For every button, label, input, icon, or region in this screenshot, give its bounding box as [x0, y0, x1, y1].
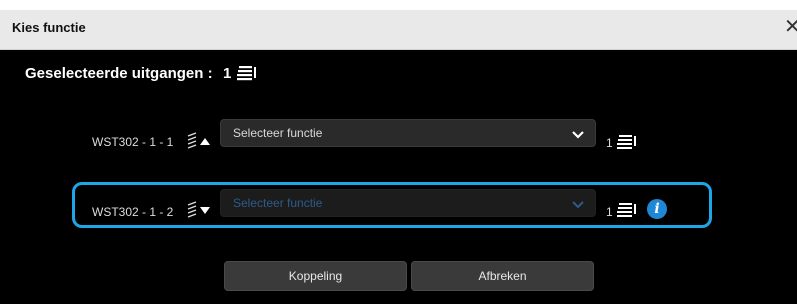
- cancel-button[interactable]: Afbreken: [411, 261, 594, 291]
- stack-icon: [617, 133, 637, 151]
- function-select[interactable]: Selecteer functie: [220, 119, 596, 147]
- dialog-titlebar: Kies functie ✕: [0, 10, 797, 50]
- connect-button[interactable]: Koppeling: [224, 261, 407, 291]
- row-count: 1: [606, 205, 613, 219]
- row-label: WST302 - 1 - 2: [92, 205, 174, 219]
- stack-icon: [237, 63, 257, 83]
- row-label: WST302 - 1 - 1: [92, 135, 174, 149]
- row-count: 1: [606, 136, 613, 150]
- selected-outputs-label: Geselecteerde uitgangen :: [25, 65, 213, 82]
- sort-down-icon[interactable]: [186, 200, 214, 225]
- top-margin: [0, 0, 797, 10]
- chevron-down-icon: [571, 197, 585, 215]
- function-select-value: Selecteer functie: [233, 126, 323, 140]
- info-icon[interactable]: i: [647, 199, 667, 219]
- dialog-title: Kies functie: [12, 20, 86, 35]
- close-icon[interactable]: ✕: [784, 17, 797, 37]
- selected-outputs-count: 1: [223, 65, 232, 82]
- chevron-down-icon: [571, 127, 585, 145]
- stack-icon: [617, 201, 637, 219]
- function-select-value: Selecteer functie: [233, 196, 323, 210]
- sort-up-icon[interactable]: [186, 131, 214, 156]
- function-select-disabled[interactable]: Selecteer functie: [220, 189, 596, 217]
